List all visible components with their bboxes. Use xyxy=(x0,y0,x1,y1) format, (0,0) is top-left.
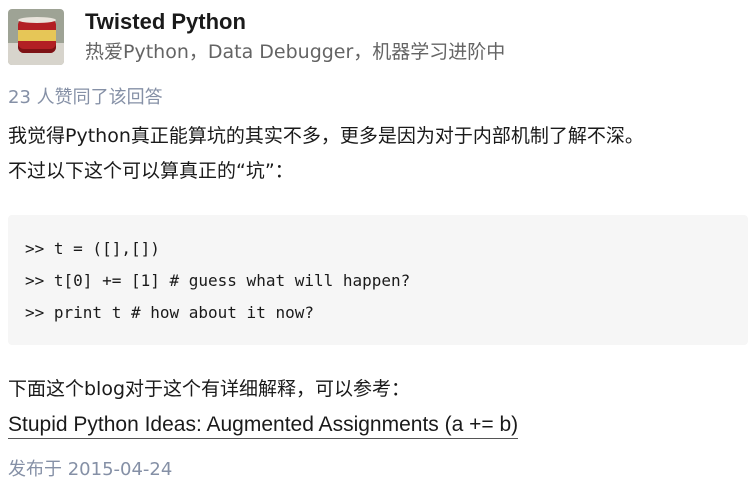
author-info: Twisted Python 热爱Python，Data Debugger，机器… xyxy=(85,9,505,65)
reference-paragraph: 下面这个blog对于这个有详细解释，可以参考： xyxy=(8,378,411,400)
publish-date[interactable]: 发布于 2015-04-24 xyxy=(8,459,172,481)
blog-link[interactable]: Stupid Python Ideas: Augmented Assignmen… xyxy=(8,412,519,439)
avatar[interactable] xyxy=(8,9,64,65)
author-headline: 热爱Python，Data Debugger，机器学习进阶中 xyxy=(85,41,506,63)
author-card: Twisted Python 热爱Python，Data Debugger，机器… xyxy=(8,9,505,65)
answer-paragraph: 我觉得Python真正能算坑的其实不多，更多是因为对于内部机制了解不深。 xyxy=(8,125,644,147)
code-line: >> t[0] += [1] # guess what will happen? xyxy=(25,271,411,290)
code-line: >> print t # how about it now? xyxy=(25,303,314,322)
code-block: >> t = ([],[]) >> t[0] += [1] # guess wh… xyxy=(8,215,748,345)
answer-paragraph: 不过以下这个可以算真正的“坑”： xyxy=(8,160,294,182)
author-name[interactable]: Twisted Python xyxy=(85,9,505,35)
code-line: >> t = ([],[]) xyxy=(25,239,160,258)
vote-count: 23 人赞同了该回答 xyxy=(8,87,163,108)
